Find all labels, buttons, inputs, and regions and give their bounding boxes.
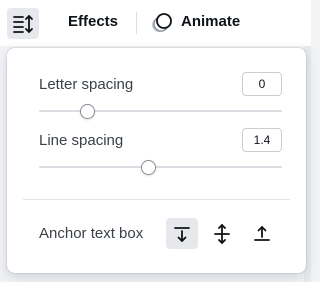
- top-toolbar: Effects Animate: [0, 0, 311, 46]
- anchor-top-icon: [174, 226, 190, 242]
- animate-button[interactable]: Animate: [181, 13, 240, 30]
- letter-spacing-input[interactable]: 0: [242, 72, 282, 96]
- anchor-bottom-icon: [254, 225, 270, 241]
- effects-button[interactable]: Effects: [68, 13, 118, 30]
- anchor-text-box-label: Anchor text box: [39, 225, 144, 242]
- animate-icon: [152, 13, 172, 32]
- line-spacing-slider-thumb[interactable]: [140, 160, 156, 175]
- anchor-bottom-button[interactable]: [246, 218, 278, 249]
- letter-spacing-slider[interactable]: [39, 104, 282, 119]
- text-spacing-icon: [13, 14, 33, 33]
- toolbar-divider: [136, 12, 137, 34]
- spacing-panel: Letter spacing 0 Line spacing 1.4 Anchor…: [7, 48, 306, 273]
- anchor-middle-icon: [214, 223, 230, 244]
- line-spacing-label: Line spacing: [39, 132, 124, 149]
- line-spacing-slider-track: [39, 166, 282, 168]
- anchor-middle-button[interactable]: [206, 218, 238, 249]
- panel-divider: [23, 199, 290, 200]
- letter-spacing-slider-track: [39, 110, 282, 112]
- line-spacing-input[interactable]: 1.4: [242, 128, 282, 152]
- line-spacing-slider[interactable]: [39, 160, 282, 175]
- text-spacing-button[interactable]: [7, 8, 39, 39]
- letter-spacing-slider-thumb[interactable]: [80, 104, 96, 119]
- anchor-top-button[interactable]: [166, 218, 198, 249]
- letter-spacing-label: Letter spacing: [39, 76, 134, 93]
